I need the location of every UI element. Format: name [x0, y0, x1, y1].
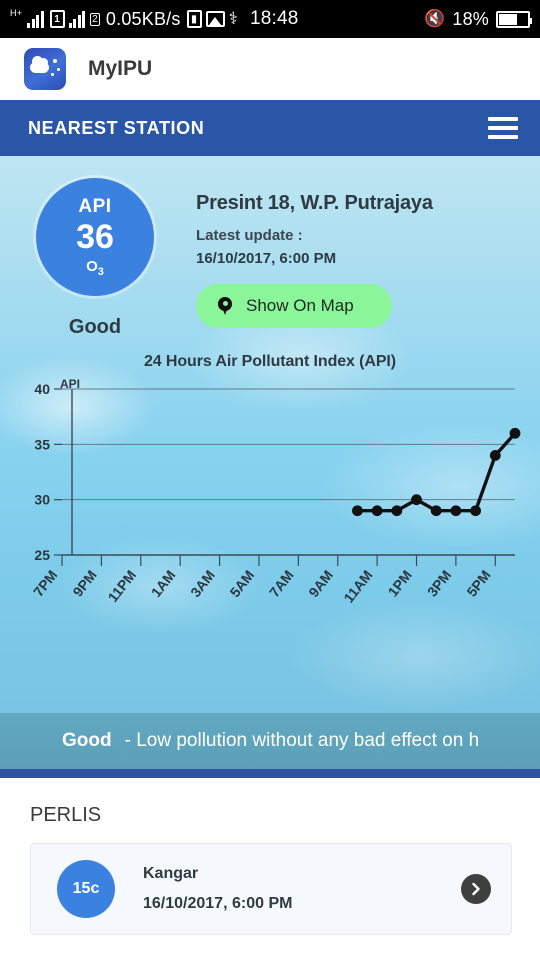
usb-icon: ⚕	[228, 9, 238, 28]
show-on-map-button[interactable]: Show On Map	[196, 284, 392, 328]
section-header: NEAREST STATION	[0, 100, 540, 156]
app-bar: MyIPU	[0, 38, 540, 100]
signal-strength-icon-1	[27, 10, 44, 28]
api-status-label: Good	[68, 316, 122, 338]
svg-text:30: 30	[34, 492, 50, 508]
sim-card-icon-1: 1	[49, 10, 65, 28]
svg-text:7PM: 7PM	[30, 567, 60, 600]
latest-update-label: Latest update :	[196, 227, 303, 244]
svg-text:11AM: 11AM	[340, 567, 375, 605]
svg-text:3PM: 3PM	[424, 567, 454, 600]
station-name: Presint 18, W.P. Putrajaya	[196, 192, 433, 214]
station-details: Presint 18, W.P. Putrajaya Latest update…	[190, 178, 540, 339]
location-pin-icon	[218, 297, 232, 315]
chart-title: 24 Hours Air Pollutant Index (API)	[143, 353, 397, 370]
api-pollutant-label: O3	[86, 258, 104, 279]
svg-text:25: 25	[34, 547, 50, 563]
svg-text:9AM: 9AM	[305, 567, 336, 600]
battery-percent-label: 18%	[452, 8, 489, 29]
station-summary: API 36 O3 Good Presint 18, W.P. Putrajay…	[0, 156, 540, 339]
app-title: MyIPU	[88, 57, 153, 80]
svg-text:40: 40	[34, 381, 50, 397]
list-item-title: Kangar	[143, 865, 199, 882]
svg-text:5PM: 5PM	[463, 567, 493, 600]
svg-text:7AM: 7AM	[266, 567, 297, 600]
app-logo-cloud-icon	[24, 48, 66, 90]
api-gauge-value: 36	[76, 217, 114, 256]
svg-text:3AM: 3AM	[187, 567, 218, 600]
status-clock: 18:48	[249, 8, 299, 29]
svg-text:9PM: 9PM	[69, 567, 99, 600]
status-bar-left: H+ 1 2 0.05KB/s ▮ ⚕ 18:48	[10, 8, 424, 30]
data-speed-label: 0.05KB/s	[105, 8, 181, 29]
svg-text:1AM: 1AM	[148, 567, 179, 600]
list-item[interactable]: 15c Kangar 16/10/2017, 6:00 PM	[30, 843, 512, 935]
svg-text:11PM: 11PM	[104, 567, 139, 605]
api-gauge-block: API 36 O3 Good	[0, 178, 190, 339]
svg-text:5AM: 5AM	[227, 567, 258, 600]
section-title: NEAREST STATION	[28, 117, 205, 138]
status-banner: Good - Low pollution without any bad eff…	[0, 713, 540, 769]
image-icon	[205, 11, 225, 27]
status-banner-description: - Low pollution without any bad effect o…	[124, 730, 480, 751]
svg-text:35: 35	[34, 436, 50, 452]
hamburger-menu-icon[interactable]	[488, 117, 518, 139]
api-gauge: API 36 O3	[36, 178, 154, 296]
latest-update-date: 16/10/2017, 6:00 PM	[196, 250, 337, 267]
api-chart: 24 Hours Air Pollutant Index (API) API 25…	[0, 353, 540, 623]
list-item-text: Kangar 16/10/2017, 6:00 PM	[115, 865, 461, 913]
station-list: PERLIS 15c Kangar 16/10/2017, 6:00 PM	[0, 778, 540, 960]
station-badge: 15c	[57, 860, 115, 918]
sd-card-icon: ▮	[186, 10, 202, 28]
show-on-map-label: Show On Map	[246, 296, 354, 315]
app-screen: H+ 1 2 0.05KB/s ▮ ⚕ 18:48 🔇 18% MyIPU NE…	[0, 0, 540, 960]
network-type-label: H+	[10, 8, 23, 18]
signal-strength-icon-2	[68, 10, 86, 28]
nearest-station-panel: API 36 O3 Good Presint 18, W.P. Putrajay…	[0, 156, 540, 713]
status-bar: H+ 1 2 0.05KB/s ▮ ⚕ 18:48 🔇 18%	[0, 0, 540, 38]
chevron-right-icon[interactable]	[461, 874, 491, 904]
status-bar-right: 🔇 18%	[423, 8, 532, 30]
mute-icon: 🔇	[423, 9, 446, 28]
api-gauge-label: API	[78, 195, 112, 217]
svg-text:1PM: 1PM	[385, 567, 415, 600]
banner-divider	[0, 769, 540, 778]
sim-label: 2	[90, 12, 100, 26]
battery-icon	[496, 10, 532, 28]
status-banner-label: Good	[62, 730, 112, 751]
state-label: PERLIS	[30, 804, 102, 826]
chart-canvas: API253035407PM 9PM 11PM 1AM 3AM 5AM 7AM 9AM 11AM…	[30, 377, 521, 605]
list-item-date: 16/10/2017, 6:00 PM	[143, 895, 293, 912]
